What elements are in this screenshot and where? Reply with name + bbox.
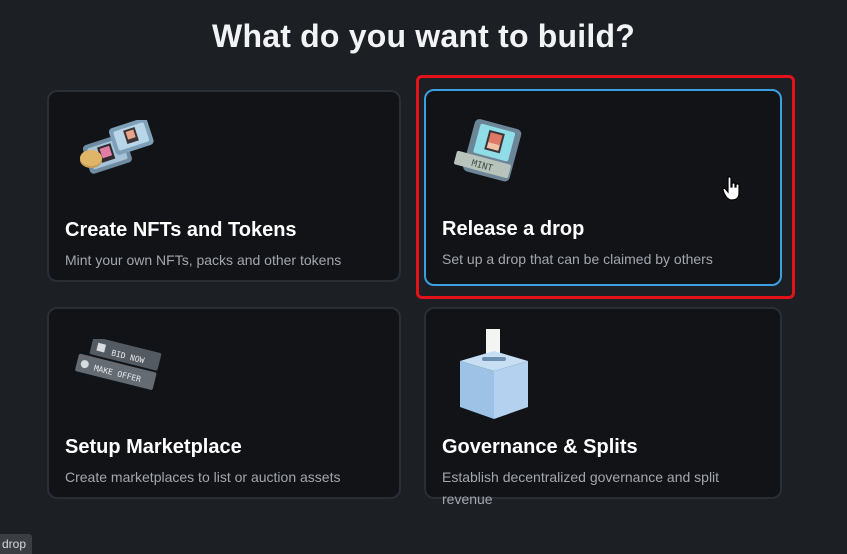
card-title: Governance & Splits — [442, 436, 638, 458]
marketplace-tags-icon: BID NOW MAKE OFFER — [69, 336, 165, 400]
ballot-box-icon — [454, 327, 534, 428]
card-description: Mint your own NFTs, packs and other toke… — [65, 252, 342, 268]
hand-cursor-icon — [722, 176, 742, 207]
card-description: Create marketplaces to list or auction a… — [65, 469, 341, 485]
card-title: Create NFTs and Tokens — [65, 219, 297, 241]
card-title: Release a drop — [442, 218, 585, 240]
card-governance-splits[interactable]: Governance & Splits Establish decentrali… — [424, 307, 782, 507]
page-title: What do you want to build? — [212, 18, 635, 54]
status-tooltip: drop — [0, 534, 33, 554]
mint-card-icon: MINT — [446, 119, 536, 188]
card-description: Establish decentralized governance and s… — [442, 469, 720, 507]
card-create-nfts[interactable]: Create NFTs and Tokens Mint your own NFT… — [47, 90, 401, 282]
nft-cards-icon — [77, 118, 167, 185]
card-setup-marketplace[interactable]: BID NOW MAKE OFFER Setup Marketplace Cre… — [47, 307, 401, 499]
card-description: Set up a drop that can be claimed by oth… — [442, 251, 713, 267]
card-title: Setup Marketplace — [65, 436, 242, 458]
